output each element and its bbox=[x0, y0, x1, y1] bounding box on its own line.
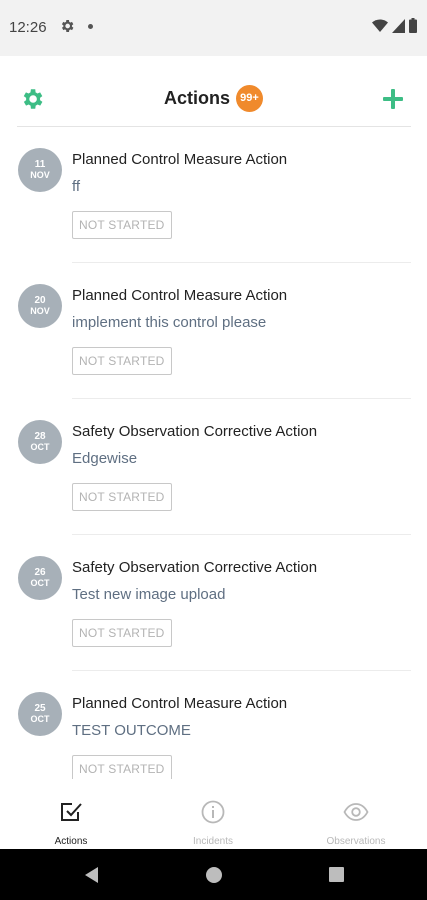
date-day: 26 bbox=[34, 567, 46, 578]
action-title: Safety Observation Corrective Action bbox=[72, 559, 318, 576]
date-badge: 26 OCT bbox=[18, 556, 62, 600]
tab-actions[interactable]: Actions bbox=[0, 779, 142, 849]
date-month: OCT bbox=[30, 442, 50, 452]
action-item[interactable]: 28 OCT Safety Observation Corrective Act… bbox=[0, 399, 427, 535]
app-header: Actions 99+ bbox=[0, 68, 427, 126]
action-item[interactable]: 20 NOV Planned Control Measure Action im… bbox=[0, 263, 427, 399]
info-icon bbox=[201, 800, 225, 824]
action-description: TEST OUTCOME bbox=[72, 722, 191, 739]
battery-icon bbox=[409, 18, 417, 33]
date-badge: 28 OCT bbox=[18, 420, 62, 464]
action-title: Planned Control Measure Action bbox=[72, 287, 288, 304]
checkbox-icon bbox=[61, 803, 82, 821]
status-badge: NOT STARTED bbox=[72, 211, 172, 239]
status-badge: NOT STARTED bbox=[72, 347, 172, 375]
settings-icon[interactable] bbox=[19, 86, 45, 112]
tab-observations[interactable]: Observations bbox=[285, 779, 427, 849]
date-badge: 25 OCT bbox=[18, 692, 62, 736]
count-badge: 99+ bbox=[236, 85, 263, 112]
action-item[interactable]: 11 NOV Planned Control Measure Action ff… bbox=[0, 127, 427, 263]
notification-dot-icon bbox=[88, 24, 93, 29]
status-badge: NOT STARTED bbox=[72, 755, 172, 779]
action-description: Edgewise bbox=[72, 450, 138, 467]
page-title: Actions bbox=[164, 88, 231, 108]
date-badge: 11 NOV bbox=[18, 148, 62, 192]
action-item[interactable]: 26 OCT Safety Observation Corrective Act… bbox=[0, 535, 427, 671]
status-badge: NOT STARTED bbox=[72, 619, 172, 647]
date-day: 20 bbox=[34, 295, 46, 306]
action-description: implement this control please bbox=[72, 314, 267, 331]
recents-icon[interactable] bbox=[328, 866, 345, 883]
settings-status-icon bbox=[61, 20, 74, 32]
date-badge: 20 NOV bbox=[18, 284, 62, 328]
actions-list[interactable]: 11 NOV Planned Control Measure Action ff… bbox=[0, 127, 427, 779]
add-icon[interactable] bbox=[380, 86, 406, 112]
action-item[interactable]: 25 OCT Planned Control Measure Action TE… bbox=[0, 671, 427, 779]
date-month: NOV bbox=[30, 170, 50, 180]
date-month: OCT bbox=[30, 714, 50, 724]
back-icon[interactable] bbox=[82, 865, 100, 885]
action-title: Planned Control Measure Action bbox=[72, 695, 288, 712]
status-icons bbox=[372, 18, 417, 33]
action-description: ff bbox=[72, 178, 81, 195]
system-nav-bar bbox=[0, 849, 427, 900]
status-badge: NOT STARTED bbox=[72, 483, 172, 511]
eye-icon bbox=[343, 803, 369, 821]
tab-incidents[interactable]: Incidents bbox=[142, 779, 284, 849]
status-bar: 12:26 bbox=[0, 0, 427, 56]
tab-actions-label: Actions bbox=[54, 836, 88, 847]
date-day: 28 bbox=[34, 431, 46, 442]
date-day: 25 bbox=[34, 703, 46, 714]
home-icon[interactable] bbox=[205, 866, 223, 884]
bottom-nav: Actions Incidents Observations bbox=[0, 779, 427, 849]
action-title: Safety Observation Corrective Action bbox=[72, 423, 318, 440]
tab-observations-label: Observations bbox=[326, 836, 386, 847]
date-month: OCT bbox=[30, 578, 50, 588]
signal-icon bbox=[392, 18, 405, 33]
tab-incidents-label: Incidents bbox=[192, 836, 234, 847]
date-month: NOV bbox=[30, 306, 50, 316]
action-description: Test new image upload bbox=[72, 586, 226, 603]
status-time: 12:26 bbox=[9, 19, 47, 36]
wifi-icon bbox=[372, 19, 388, 32]
action-title: Planned Control Measure Action bbox=[72, 151, 288, 168]
date-day: 11 bbox=[34, 159, 46, 170]
